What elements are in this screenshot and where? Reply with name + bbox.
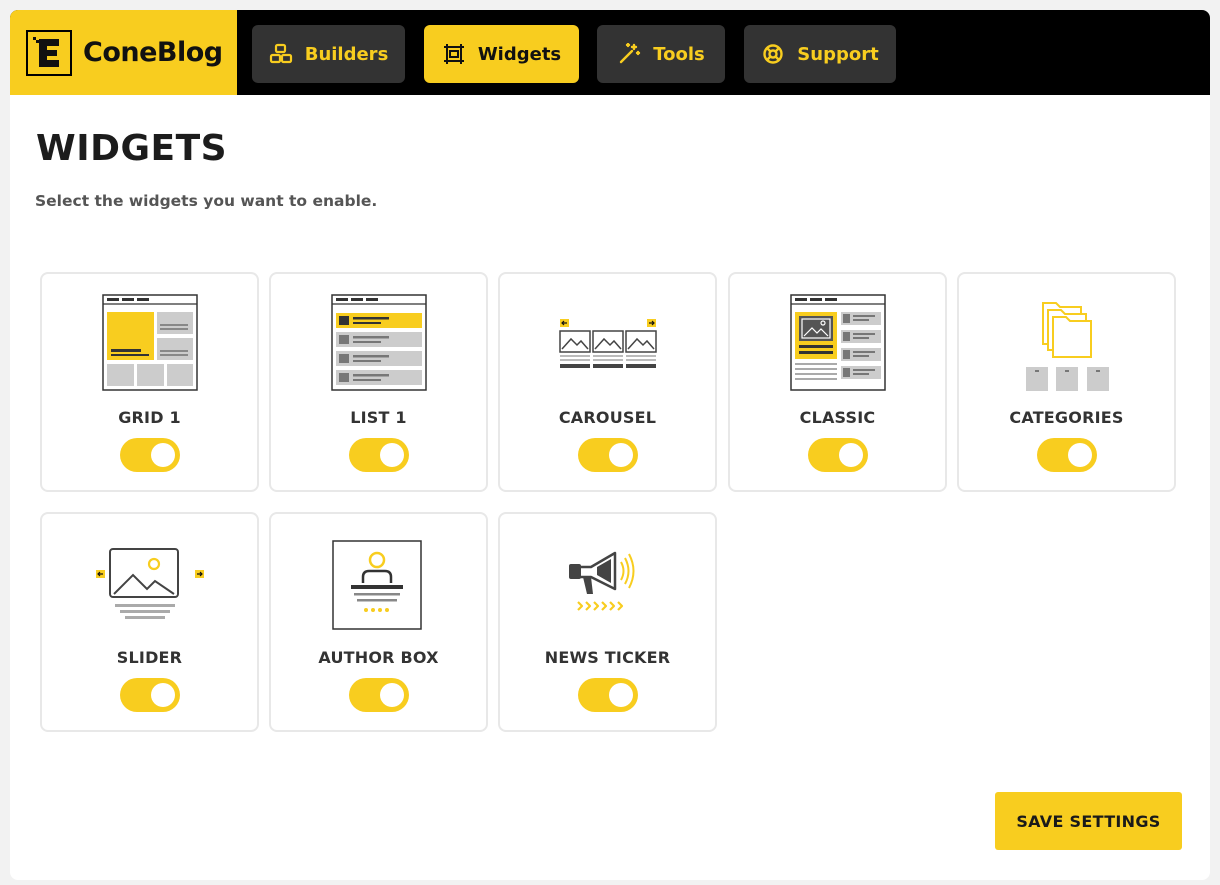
widget-toggle-classic[interactable]	[807, 438, 868, 472]
widget-label: SLIDER	[116, 648, 183, 667]
widget-toggle-slider[interactable]	[119, 678, 180, 712]
widget-toggle-carousel[interactable]	[577, 438, 638, 472]
tab-tools-label: Tools	[653, 43, 705, 65]
tab-widgets-label: Widgets	[477, 43, 562, 65]
widget-label: LIST 1	[350, 408, 407, 427]
widget-card-carousel: CAROUSEL	[498, 272, 717, 492]
tab-support[interactable]: Support	[744, 25, 896, 83]
magic-wand-icon	[617, 43, 641, 65]
list-layout-icon	[324, 294, 434, 398]
app-frame: ConeBlog Builders Widgets Tools Support …	[10, 10, 1210, 880]
tab-builders[interactable]: Builders	[252, 25, 405, 83]
tab-support-label: Support	[797, 43, 879, 65]
widget-card-news-ticker: NEWS TICKER	[498, 512, 717, 732]
page-title: WIDGETS	[36, 128, 228, 169]
brand[interactable]: ConeBlog	[10, 10, 237, 95]
author-box-icon	[324, 534, 434, 638]
slider-image-icon	[95, 534, 205, 638]
widget-label: NEWS TICKER	[544, 648, 671, 667]
widget-label: CAROUSEL	[558, 408, 657, 427]
toggle-knob	[1067, 443, 1092, 467]
widget-card-categories: CATEGORIES	[957, 272, 1176, 492]
widget-label: AUTHOR BOX	[318, 648, 439, 667]
categories-folder-icon	[1012, 294, 1122, 398]
widget-label: CLASSIC	[799, 408, 876, 427]
toggle-knob	[838, 443, 863, 467]
widget-toggle-categories[interactable]	[1036, 438, 1097, 472]
widget-card-list-1: LIST 1	[269, 272, 488, 492]
toggle-knob	[150, 443, 175, 467]
save-settings-button[interactable]: SAVE SETTINGS	[995, 792, 1182, 850]
page-subtitle: Select the widgets you want to enable.	[35, 192, 378, 210]
toggle-knob	[608, 683, 633, 707]
lifebuoy-icon	[761, 43, 785, 65]
grid-layout-icon	[95, 294, 205, 398]
top-navigation-bar: ConeBlog Builders Widgets Tools Support	[10, 10, 1210, 95]
widget-frame-icon	[442, 43, 466, 65]
toggle-knob	[608, 443, 633, 467]
megaphone-icon	[553, 534, 663, 638]
toggle-knob	[150, 683, 175, 707]
widget-card-grid-1: GRID 1	[40, 272, 259, 492]
widget-card-slider: SLIDER	[40, 512, 259, 732]
coneblog-logo-icon	[26, 29, 72, 76]
toggle-knob	[379, 443, 404, 467]
widget-toggle-author-box[interactable]	[348, 678, 409, 712]
widget-label: CATEGORIES	[1009, 408, 1124, 427]
brand-name: ConeBlog	[83, 37, 223, 68]
tab-tools[interactable]: Tools	[597, 25, 725, 83]
tab-widgets[interactable]: Widgets	[424, 25, 579, 83]
toggle-knob	[379, 683, 404, 707]
widget-toggle-news-ticker[interactable]	[577, 678, 638, 712]
widget-card-author-box: AUTHOR BOX	[269, 512, 488, 732]
widget-label: GRID 1	[118, 408, 181, 427]
widget-toggle-grid-1[interactable]	[119, 438, 180, 472]
widget-card-classic: CLASSIC	[728, 272, 947, 492]
classic-layout-icon	[783, 294, 893, 398]
carousel-icon	[553, 294, 663, 398]
tab-builders-label: Builders	[304, 43, 389, 65]
widget-toggle-list-1[interactable]	[348, 438, 409, 472]
blocks-icon	[269, 43, 293, 65]
